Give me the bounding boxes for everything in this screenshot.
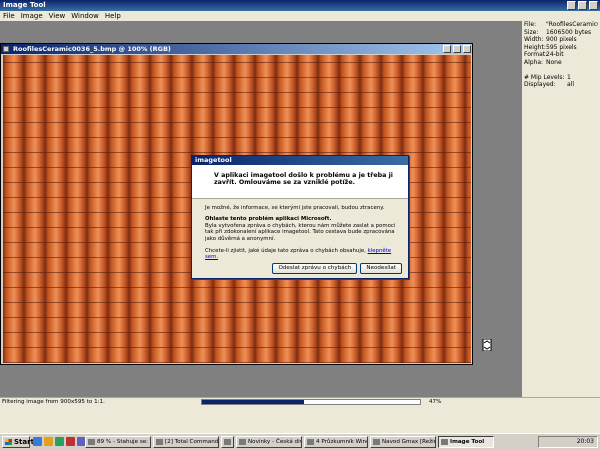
menu-view[interactable]: View bbox=[49, 11, 66, 21]
windows-logo-icon bbox=[5, 439, 12, 445]
task-buttons: 89 % - Stahuje se: 5... [2] Total Command… bbox=[85, 436, 494, 448]
task-app-icon bbox=[307, 439, 314, 445]
taskbar-button[interactable] bbox=[221, 436, 234, 448]
dialog-heading: V aplikaci imagetool došlo k problému a … bbox=[192, 165, 408, 199]
messenger-icon[interactable] bbox=[55, 437, 64, 446]
dont-send-button[interactable]: Neodesílat bbox=[360, 263, 402, 274]
task-app-icon bbox=[88, 439, 95, 445]
system-tray: 20:03 bbox=[538, 436, 598, 448]
task-app-icon bbox=[239, 439, 246, 445]
info-width-row: Width: 900 pixels bbox=[524, 36, 577, 44]
send-error-report-button[interactable]: Odeslat zprávu o chybách bbox=[272, 263, 358, 274]
app-title: Image Tool bbox=[3, 1, 46, 9]
image-maximize-button[interactable] bbox=[453, 45, 461, 53]
image-info-panel: File:"RoofilesCeramic0036 Size:1606500 b… bbox=[522, 21, 600, 397]
image-minimize-button[interactable] bbox=[443, 45, 451, 53]
taskbar-button[interactable]: Navod Gmax [Režim k... bbox=[370, 436, 436, 448]
maximize-button[interactable] bbox=[578, 1, 587, 10]
start-button[interactable]: Start bbox=[2, 436, 34, 448]
info-height-row: Height: 595 pixels bbox=[524, 43, 577, 51]
info-format-row: Format: 24-bit bbox=[524, 51, 564, 59]
error-dialog[interactable]: imagetool V aplikaci imagetool došlo k p… bbox=[191, 155, 409, 279]
taskbar: Start 89 % - Stahuje se: 5... [2] Total C… bbox=[0, 433, 600, 450]
info-displayed-row: Displayed: all bbox=[524, 81, 575, 89]
media-icon[interactable] bbox=[66, 437, 75, 446]
taskbar-button-label: Novinky - Česká diviz... bbox=[248, 439, 301, 445]
taskbar-button[interactable]: [2] Total Commander ... bbox=[153, 436, 219, 448]
info-alpha-row: Alpha: None bbox=[524, 58, 562, 66]
dialog-text-what: Chcete-li zjistit, jaké údaje tato zpráv… bbox=[205, 248, 392, 261]
taskbar-button[interactable]: Image Tool bbox=[438, 436, 494, 448]
image-file-icon bbox=[3, 46, 9, 52]
dialog-text-lost: Je možné, že informace, se kterými jste … bbox=[205, 205, 385, 211]
taskbar-button-label: [2] Total Commander ... bbox=[165, 439, 219, 445]
taskbar-button-label: 89 % - Stahuje se: 5... bbox=[97, 439, 150, 445]
info-mip-row: # Mip Levels: 1 bbox=[524, 73, 571, 81]
taskbar-button-label: Image Tool bbox=[450, 439, 485, 445]
resize-cursor-icon bbox=[482, 339, 492, 351]
taskbar-button-label: Navod Gmax [Režim k... bbox=[382, 439, 435, 445]
status-bar: Filtering image from 900x595 to 1:1. 47% bbox=[0, 397, 600, 405]
menu-window[interactable]: Window bbox=[71, 11, 99, 21]
menu-bar: File Image View Window Help bbox=[0, 11, 600, 21]
info-file-row: File:"RoofilesCeramic0036 bbox=[524, 21, 598, 28]
taskbar-button[interactable]: 89 % - Stahuje se: 5... bbox=[85, 436, 151, 448]
task-app-icon bbox=[373, 439, 380, 445]
menu-help[interactable]: Help bbox=[105, 11, 121, 21]
progress-fill bbox=[202, 400, 305, 404]
taskbar-button[interactable]: 4 Průzkumník Windows bbox=[304, 436, 368, 448]
dialog-title-bar[interactable]: imagetool bbox=[192, 156, 408, 165]
info-size-row: Size: 1606500 bytes bbox=[524, 28, 592, 36]
folder-icon[interactable] bbox=[44, 437, 53, 446]
image-window-title-bar[interactable]: RoofilesCeramic0036_5.bmp @ 100% (RGB) bbox=[1, 44, 472, 54]
image-window-title: RoofilesCeramic0036_5.bmp @ 100% (RGB) bbox=[13, 45, 171, 53]
taskbar-button[interactable]: Novinky - Česká diviz... bbox=[236, 436, 302, 448]
ie-icon[interactable] bbox=[33, 437, 42, 446]
dialog-body: Je možné, že informace, se kterými jste … bbox=[192, 199, 408, 261]
dialog-text-details: Byla vytvořena zpráva o chybách, kterou … bbox=[205, 222, 396, 242]
quick-launch bbox=[33, 437, 86, 446]
close-button[interactable] bbox=[589, 1, 598, 10]
minimize-button[interactable] bbox=[567, 1, 576, 10]
task-app-icon bbox=[156, 439, 163, 445]
task-app-icon bbox=[224, 439, 231, 445]
menu-image[interactable]: Image bbox=[21, 11, 43, 21]
dialog-title: imagetool bbox=[195, 156, 232, 164]
menu-file[interactable]: File bbox=[3, 11, 15, 21]
task-app-icon bbox=[441, 439, 448, 445]
image-close-button[interactable] bbox=[463, 45, 471, 53]
taskbar-button-label: 4 Průzkumník Windows bbox=[316, 439, 367, 445]
clock: 20:03 bbox=[576, 438, 594, 445]
app-title-bar: Image Tool bbox=[0, 0, 600, 11]
